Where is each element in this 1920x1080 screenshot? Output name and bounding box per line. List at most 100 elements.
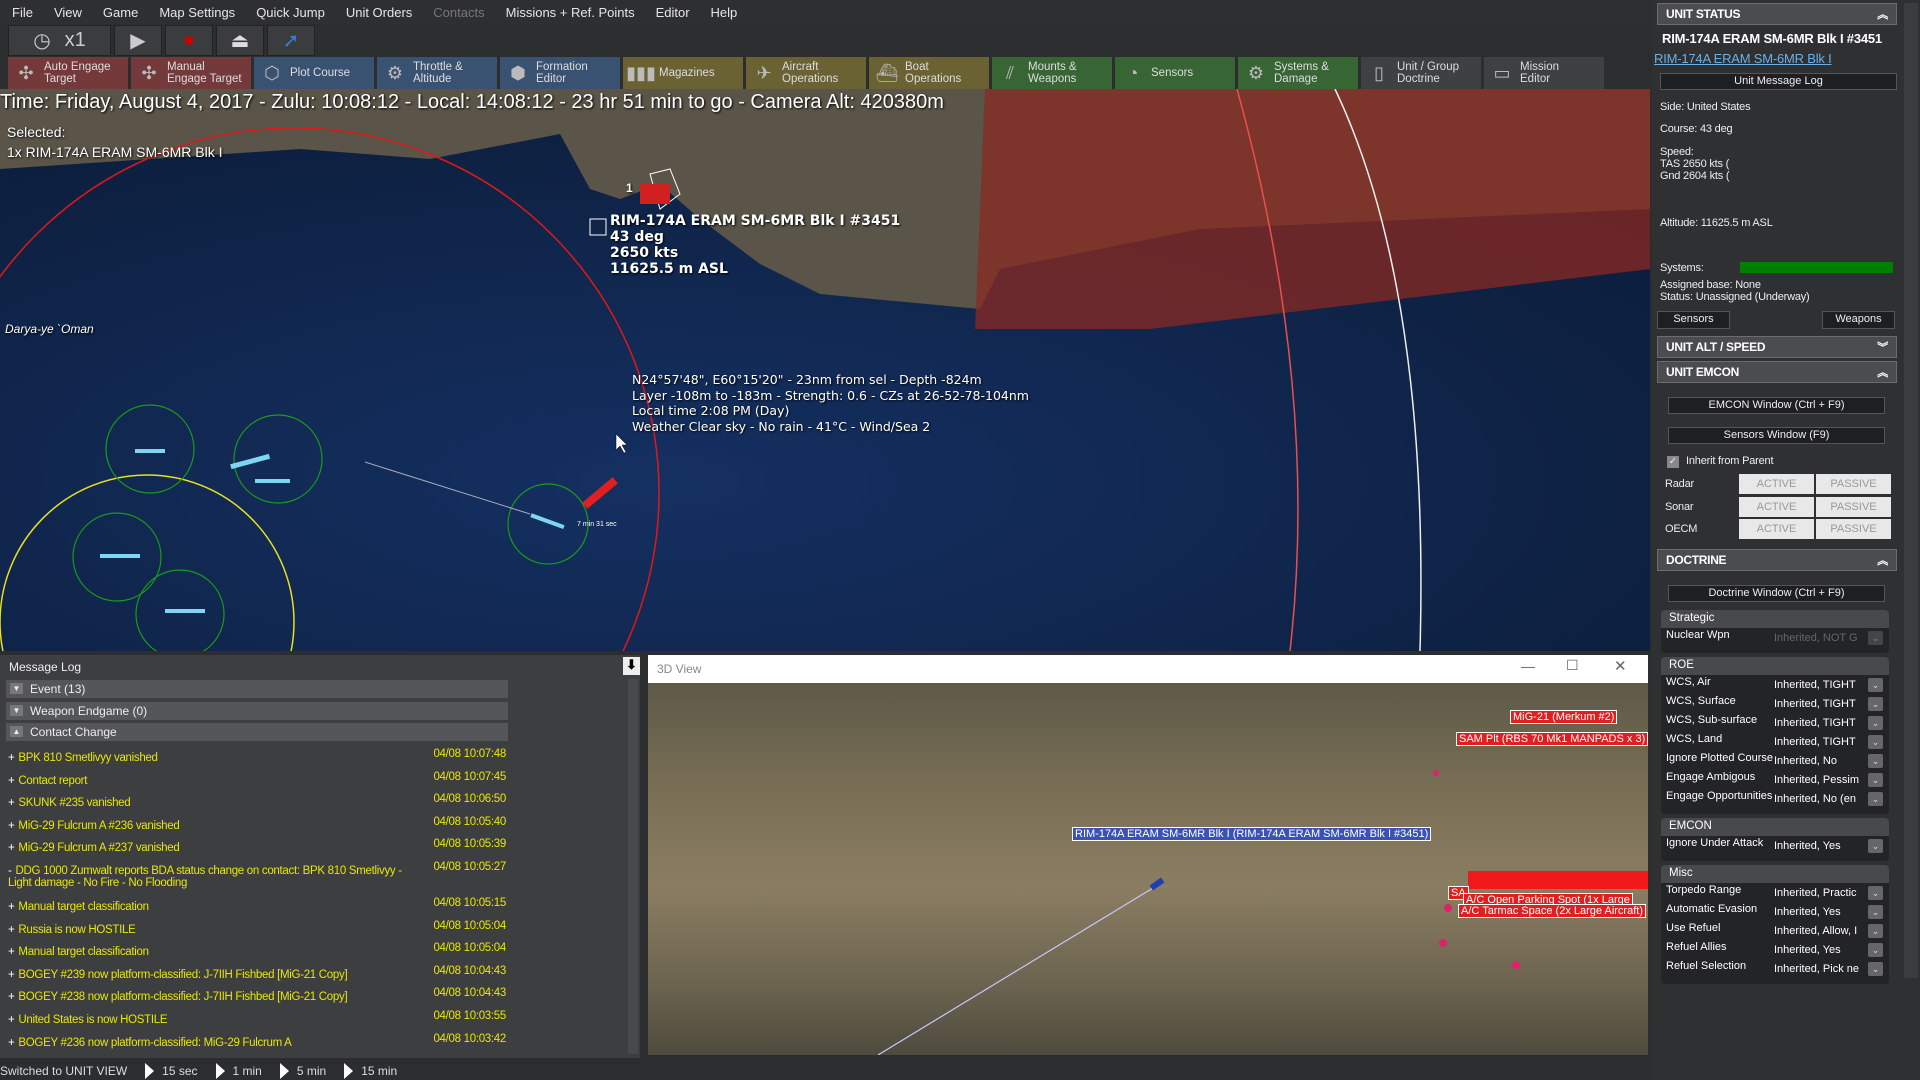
- log-message[interactable]: + Manual target classification 04/08 10:05…: [8, 897, 506, 913]
- command-sensors-button[interactable]: ◔ Sensors: [1115, 57, 1235, 89]
- expand-icon[interactable]: ▼: [10, 704, 23, 716]
- expand-icon[interactable]: +: [8, 1014, 15, 1026]
- scroll-to-bottom-button[interactable]: ⬇: [623, 657, 640, 675]
- log-message[interactable]: - DDG 1000 Zumwalt reports BDA status cha…: [8, 861, 506, 889]
- chevron-down-icon[interactable]: ⌄: [1868, 792, 1883, 806]
- chevron-down-icon[interactable]: ⌄: [1868, 839, 1883, 853]
- command-doctrine-button[interactable]: ▯ Unit / Group Doctrine: [1361, 57, 1481, 89]
- expand-icon[interactable]: +: [8, 1037, 15, 1049]
- log-group-header[interactable]: ▲ Contact Change: [6, 723, 508, 741]
- command-magazines-button[interactable]: ▮▮▮ Magazines: [623, 57, 743, 89]
- collapse-icon[interactable]: -: [8, 865, 12, 877]
- chevron-down-icon[interactable]: ⌄: [1868, 754, 1883, 768]
- expand-icon[interactable]: +: [8, 797, 15, 809]
- expand-icon[interactable]: +: [8, 842, 15, 854]
- minimize-button[interactable]: —: [1521, 658, 1535, 674]
- log-message[interactable]: + BPK 810 Smetlivyy vanished 04/08 10:07:4…: [8, 748, 506, 764]
- chevron-down-icon[interactable]: ⌄: [1868, 962, 1883, 976]
- record-button[interactable]: ●: [165, 25, 213, 56]
- chevron-down-icon[interactable]: ⌄: [1868, 697, 1883, 711]
- contact-label[interactable]: A/C Tarmac Space (2x Large Aircraft): [1458, 904, 1646, 918]
- log-message[interactable]: + SKUNK #235 vanished 04/08 10:06:50: [8, 793, 506, 809]
- menu-view[interactable]: View: [54, 5, 82, 20]
- expand-icon[interactable]: +: [8, 946, 15, 958]
- unit-class-link[interactable]: RIM-174A ERAM SM-6MR Blk I: [1654, 51, 1832, 66]
- time-step-button[interactable]: 15 min: [344, 1063, 397, 1079]
- menu-missions-ref-points[interactable]: Missions + Ref. Points: [506, 5, 635, 20]
- menu-map-settings[interactable]: Map Settings: [159, 5, 235, 20]
- doctrine-setting-value[interactable]: Inherited, TIGHT: [1774, 679, 1864, 691]
- expand-icon[interactable]: +: [8, 901, 15, 913]
- doctrine-setting-value[interactable]: Inherited, Pessim: [1774, 774, 1864, 786]
- tactical-map[interactable]: 7 min 31 sec Selected: 1x RIM-174A ERAM …: [0, 89, 1650, 651]
- expand-icon[interactable]: +: [8, 969, 15, 981]
- maximize-button[interactable]: ☐: [1566, 657, 1579, 674]
- chevron-down-icon[interactable]: ⌄: [1868, 716, 1883, 730]
- menu-contacts[interactable]: Contacts: [433, 5, 484, 20]
- unit-message-log-button[interactable]: Unit Message Log: [1660, 73, 1897, 90]
- log-message[interactable]: + Russia is now HOSTILE 04/08 10:05:04: [8, 920, 506, 936]
- doctrine-setting-value[interactable]: Inherited, No: [1774, 755, 1864, 767]
- command-plot-course-button[interactable]: ⬡ Plot Course: [254, 57, 374, 89]
- doctrine-setting-value[interactable]: Inherited, Allow, I: [1774, 925, 1864, 937]
- close-button[interactable]: ✕: [1614, 657, 1627, 675]
- chevron-down-icon[interactable]: ⌄: [1868, 735, 1883, 749]
- doctrine-setting-value[interactable]: Inherited, NOT G: [1774, 632, 1864, 644]
- doctrine-setting-value[interactable]: Inherited, TIGHT: [1774, 736, 1864, 748]
- log-message[interactable]: + Manual target classification 04/08 10:05…: [8, 942, 506, 958]
- sensors-button[interactable]: Sensors: [1657, 311, 1730, 329]
- command-throttle-button[interactable]: ⚙ Throttle & Altitude: [377, 57, 497, 89]
- chevron-down-icon[interactable]: ⌄: [1868, 924, 1883, 938]
- doctrine-setting-value[interactable]: Inherited, TIGHT: [1774, 698, 1864, 710]
- doctrine-setting-value[interactable]: Inherited, Practic: [1774, 887, 1864, 899]
- log-group-header[interactable]: ▼ Weapon Endgame (0): [6, 701, 508, 720]
- contact-label[interactable]: SAM Plt (RBS 70 Mk1 MANPADS x 3): [1456, 732, 1648, 746]
- doctrine-setting-value[interactable]: Inherited, Pick ne: [1774, 963, 1864, 975]
- expand-icon[interactable]: +: [8, 924, 15, 936]
- log-message[interactable]: + BOGEY #238 now platform-classified: J-7…: [8, 987, 506, 1003]
- chevron-down-icon[interactable]: ⌄: [1868, 678, 1883, 692]
- expand-icon[interactable]: +: [8, 820, 15, 832]
- selected-unit-icon[interactable]: [640, 184, 670, 204]
- jump-button[interactable]: ➚: [267, 25, 315, 56]
- menu-help[interactable]: Help: [711, 5, 738, 20]
- unit-status-header[interactable]: UNIT STATUS ︽: [1657, 3, 1897, 25]
- chevron-down-icon[interactable]: ⌄: [1868, 631, 1883, 645]
- chevron-down-icon[interactable]: ⌄: [1868, 886, 1883, 900]
- doctrine-setting-value[interactable]: Inherited, No (en: [1774, 793, 1864, 805]
- log-message[interactable]: + MiG-29 Fulcrum A #236 vanished 04/08 10:…: [8, 816, 506, 832]
- command-aircraft-button[interactable]: ✈ Aircraft Operations: [746, 57, 866, 89]
- expand-icon[interactable]: +: [8, 991, 15, 1003]
- doctrine-setting-value[interactable]: Inherited, Yes: [1774, 840, 1864, 852]
- collapse-icon[interactable]: ▲: [10, 726, 23, 737]
- emcon-active-button[interactable]: ACTIVE: [1739, 474, 1814, 494]
- 3d-viewport[interactable]: MiG-21 (Merkum #2) SAM Plt (RBS 70 Mk1 M…: [648, 683, 1648, 1055]
- unit-label[interactable]: RIM-174A ERAM SM-6MR Blk I (RIM-174A ERA…: [1072, 827, 1432, 841]
- emcon-active-button[interactable]: ACTIVE: [1739, 496, 1814, 517]
- doctrine-setting-value[interactable]: Inherited, TIGHT: [1774, 717, 1864, 729]
- emcon-window-button[interactable]: EMCON Window (Ctrl + F9): [1668, 397, 1885, 414]
- log-message[interactable]: + Contact report 04/08 10:07:45: [8, 771, 506, 787]
- expand-icon[interactable]: ▼: [10, 683, 23, 694]
- command-auto-engage-button[interactable]: ✣ Auto Engage Target: [8, 57, 128, 89]
- doctrine-header[interactable]: DOCTRINE ︽: [1657, 549, 1897, 571]
- time-step-button[interactable]: 5 min: [279, 1063, 326, 1079]
- expand-icon[interactable]: +: [8, 752, 15, 764]
- command-gear-button[interactable]: ⚙ Systems & Damage: [1238, 57, 1358, 89]
- time-step-button[interactable]: 15 sec: [145, 1063, 198, 1079]
- sensors-window-button[interactable]: Sensors Window (F9): [1668, 427, 1885, 444]
- menu-quick-jump[interactable]: Quick Jump: [256, 5, 325, 20]
- expand-icon[interactable]: +: [8, 775, 15, 787]
- doctrine-setting-value[interactable]: Inherited, Yes: [1774, 944, 1864, 956]
- command-manual-engage-button[interactable]: ✣ Manual Engage Target: [131, 57, 251, 89]
- time-compression-button[interactable]: ◷ x1: [8, 25, 111, 56]
- contact-label[interactable]: MiG-21 (Merkum #2): [1510, 710, 1618, 724]
- emcon-passive-button[interactable]: PASSIVE: [1816, 519, 1891, 539]
- command-boat-button[interactable]: ⛴ Boat Operations: [869, 57, 989, 89]
- log-message[interactable]: + United States is now HOSTILE 04/08 10:03…: [8, 1010, 506, 1026]
- menu-game[interactable]: Game: [103, 5, 138, 20]
- step-button[interactable]: ⏏: [216, 25, 264, 56]
- panel-scrollbar[interactable]: [1904, 3, 1918, 978]
- emcon-passive-button[interactable]: PASSIVE: [1816, 474, 1891, 494]
- log-message[interactable]: + BOGEY #239 now platform-classified: J-7…: [8, 965, 506, 981]
